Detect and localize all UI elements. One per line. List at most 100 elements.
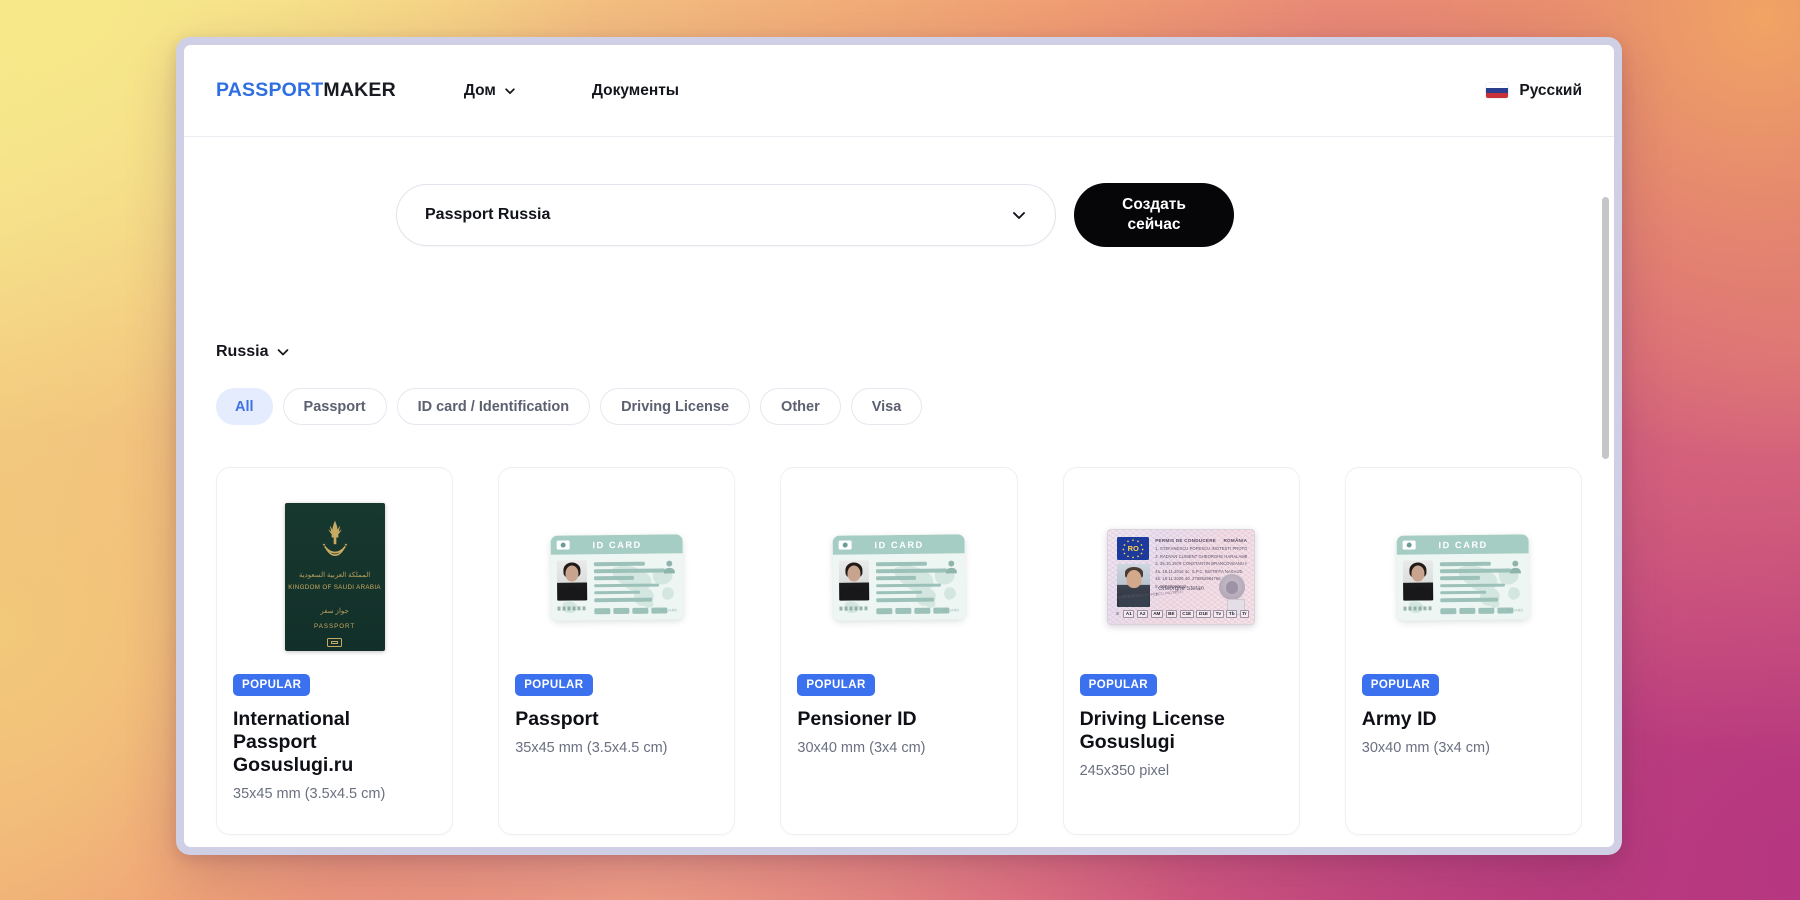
document-card[interactable]: ID CARD [780,467,1018,835]
document-card[interactable]: RO PERMIS DE CONDUCERE ROMÂNIA 1. STEFAN… [1062,467,1300,835]
id-card-header: ID CARD [550,533,683,555]
license-country: ROMÂNIA [1223,538,1248,543]
id-card-title: ID CARD [1438,538,1489,550]
filter-pill-all[interactable]: All [216,388,273,425]
id-card-microtext: ID CARD [1507,607,1524,613]
passport-label: PASSPORT [314,623,356,630]
filter-pill-group: All Passport ID card / Identification Dr… [216,388,1582,425]
id-card-chip-icon [1403,539,1417,550]
id-card-header: ID CARD [832,533,965,555]
id-card-microtext: ID CARD [943,607,960,613]
id-card-image: ID CARD ID CARD [832,533,966,621]
id-photo [556,559,588,601]
filter-pill-other[interactable]: Other [760,388,841,425]
language-label: Русский [1519,81,1582,99]
chevron-down-icon [504,85,516,97]
id-card-image: ID CARD ID CARD [550,533,684,621]
filter-pill-driving-license[interactable]: Driving License [600,388,751,425]
passport-arabic-word: جواز سفر [320,608,349,615]
license-category: D1E [1196,609,1211,618]
vertical-scrollbar-thumb[interactable] [1602,197,1609,459]
license-category: A1 [1123,609,1135,618]
nav-item-documents-label: Документы [591,81,680,99]
site-logo[interactable]: PASSPORTMAKER [216,79,396,102]
id-card-microtext: ID CARD [660,607,678,613]
create-now-line2: сейчас [1127,216,1181,233]
page-content: Passport Russia Создать сейчас Russia Al… [184,137,1614,847]
popular-badge: POPULAR [1361,674,1440,696]
eu-stars-icon [1122,539,1144,559]
document-selector-row: Passport Russia Создать сейчас [396,137,1582,247]
card-size: 35x45 mm (3.5x4.5 cm) [233,786,386,802]
browser-window: PASSPORTMAKER Дом Документы Русский Pass… [176,37,1622,855]
license-category: AM [1150,609,1163,618]
driving-license-image: RO PERMIS DE CONDUCERE ROMÂNIA 1. STEFAN… [1107,529,1256,625]
document-card[interactable]: ID CARD [498,467,736,835]
logo-secondary-text: MAKER [323,79,396,101]
filter-pill-visa[interactable]: Visa [850,388,923,425]
card-thumbnail: المملكة العربية السعودية KINGDOM OF SAUD… [233,484,436,664]
eu-flag-icon: RO [1117,537,1150,560]
id-card-image: ID CARD ID CARD [1396,533,1530,621]
top-navbar: PASSPORTMAKER Дом Документы Русский [184,45,1614,137]
nav-item-home[interactable]: Дом [464,82,516,100]
id-card-body: ID CARD [551,553,684,620]
filter-pill-passport[interactable]: Passport [282,388,387,425]
id-card-chip-icon [838,539,852,550]
license-row: 3. 25.10.1978 CONSTANTIN BRANCOVEANU NIC… [1155,561,1247,567]
id-card-header: ID CARD [1396,533,1530,555]
id-photo [1403,559,1434,601]
popular-badge: POPULAR [1079,674,1157,696]
card-title: Army ID [1361,708,1437,730]
passport-booklet-image: المملكة العربية السعودية KINGDOM OF SAUD… [284,503,385,651]
id-card-ghost-avatar-icon [1510,560,1522,573]
card-thumbnail: RO PERMIS DE CONDUCERE ROMÂNIA 1. STEFAN… [1080,484,1283,664]
nav-item-documents[interactable]: Документы [592,82,679,100]
filter-pill-id-card[interactable]: ID card / Identification [396,388,591,425]
license-category: C1E [1179,609,1194,618]
card-thumbnail: ID CARD ID CARD [797,484,1000,664]
card-thumbnail: ID CARD ID CARD [1362,484,1565,664]
license-category: BE [1165,609,1178,618]
passport-country-name: KINGDOM OF SAUDI ARABIA [288,584,381,591]
license-row: 1. STEFANESCU POPESCU INOTESTI PROTOPOPE… [1155,546,1248,551]
id-card-chip-icon [556,539,570,550]
nav-item-home-label: Дом [463,81,496,99]
id-card-title: ID CARD [592,538,642,550]
card-thumbnail: ID CARD ID CARD [515,484,718,664]
license-ghost-portrait [1219,574,1246,600]
country-selector[interactable]: Russia [216,343,290,361]
card-size: 30x40 mm (3x4 cm) [797,740,926,756]
chevron-down-icon [1011,207,1027,223]
logo-primary-text: PASSPORT [216,79,324,101]
language-switcher[interactable]: Русский [1486,82,1582,100]
license-row: 2. RADVAN CLIMENT GHEORGHE HARALAMBIE CA… [1155,553,1247,559]
card-title: Pensioner ID [797,708,917,730]
card-size: 245x350 pixel [1079,763,1170,779]
document-card-grid: المملكة العربية السعودية KINGDOM OF SAUD… [216,467,1582,835]
license-row: 4a. 18.11.2016 4c. S.P.C. BISTRITA NASAU… [1155,568,1243,574]
license-category-number: 9. [1116,611,1120,617]
chevron-down-icon [276,345,290,359]
document-card[interactable]: المملكة العربية السعودية KINGDOM OF SAUD… [216,467,454,835]
nav-links: Дом Документы [464,82,679,100]
license-category: Tv [1213,609,1224,618]
popular-badge: POPULAR [233,674,311,696]
card-title: Driving License Gosuslugi [1079,708,1225,753]
create-now-line1: Создать [1122,196,1186,214]
license-category: Tb [1226,609,1238,618]
signature-line [557,605,588,611]
biometric-chip-icon [327,638,343,647]
id-card-body: ID CARD [1397,553,1530,620]
signature-line [839,605,870,611]
create-now-button[interactable]: Создать сейчас [1074,183,1234,247]
card-title: International Passport Gosuslugi.ru [233,708,354,776]
license-title: PERMIS DE CONDUCERE [1155,538,1217,543]
id-card-ghost-avatar-icon [945,560,958,573]
document-type-select[interactable]: Passport Russia [396,184,1056,246]
russia-flag-icon [1486,83,1509,98]
card-title: Passport [515,708,599,730]
license-categories: 9. A1 A2 AM BE C1E D1E Tv Tb Tr [1116,609,1250,618]
document-card[interactable]: ID CARD [1344,467,1582,835]
popular-badge: POPULAR [797,674,875,696]
